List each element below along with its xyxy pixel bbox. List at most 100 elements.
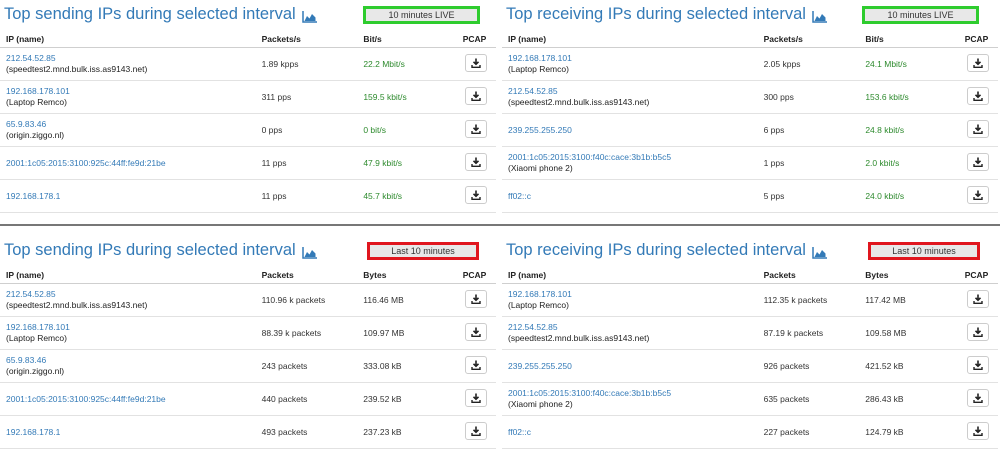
panel-title-text: Top receiving IPs during selected interv… (506, 241, 806, 259)
table-row: 65.9.83.46 (origin.ziggo.nl) 0 pps 0 bit/s (0, 113, 496, 147)
pcap-download-button[interactable] (465, 422, 487, 440)
interval-badge[interactable]: Last 10 minutes (868, 242, 980, 260)
pcap-download-button[interactable] (465, 389, 487, 407)
pcap-download-button[interactable] (967, 87, 989, 105)
ip-link[interactable]: 2001:1c05:2015:3100:f40c:cace:3b1b:b5c5 (508, 388, 758, 399)
column-header: PCAP (459, 30, 496, 48)
pcap-cell (459, 113, 496, 147)
column-header: Packets/s (255, 30, 358, 48)
ip-cell: 192.168.178.101 (Laptop Remco) (502, 47, 758, 81)
area-chart-icon[interactable] (301, 9, 317, 23)
area-chart-icon[interactable] (812, 9, 827, 23)
pcap-download-button[interactable] (967, 356, 989, 374)
table-row: 239.255.255.250 6 pps 24.8 kbit/s (502, 113, 998, 147)
panel-header: Top sending IPs during selected interval… (0, 236, 496, 266)
ip-cell: 212.54.52.85 (speedtest2.mnd.bulk.iss.as9… (0, 283, 256, 317)
pcap-download-button[interactable] (967, 389, 989, 407)
ip-cell: ff02::c (502, 179, 758, 213)
panel-title-text: Top sending IPs during selected interval (4, 5, 296, 23)
table-row: 192.168.178.1 11 pps 45.7 kbit/s (0, 179, 496, 213)
area-chart-icon[interactable] (301, 245, 317, 259)
table-row: 192.168.178.101 (Laptop Remco) 2.05 kpps 24… (502, 47, 998, 81)
packets-cell: 6 pps (757, 113, 860, 147)
packets-cell: 88.39 k packets (255, 316, 358, 350)
pcap-download-button[interactable] (967, 153, 989, 171)
ip-link[interactable]: 65.9.83.46 (6, 355, 256, 366)
pcap-download-button[interactable] (465, 54, 487, 72)
host-name: (speedtest2.mnd.bulk.iss.as9143.net) (6, 64, 148, 74)
packets-cell: 440 packets (255, 382, 358, 416)
table-row: ff02::c 227 packets 124.79 kB (502, 415, 998, 449)
ip-link[interactable]: 239.255.255.250 (508, 361, 758, 372)
pcap-download-button[interactable] (465, 186, 487, 204)
column-header: Packets (757, 266, 860, 284)
panel-title-text: Top receiving IPs during selected interv… (506, 5, 806, 23)
pcap-download-button[interactable] (465, 323, 487, 341)
ip-link[interactable]: 192.168.178.1 (6, 427, 256, 438)
ip-link[interactable]: 192.168.178.101 (6, 322, 256, 333)
ip-link[interactable]: ff02::c (508, 427, 758, 438)
ip-link[interactable]: 192.168.178.1 (6, 191, 256, 202)
area-chart-icon[interactable] (812, 245, 827, 259)
rate-cell: 47.9 kbit/s (357, 146, 459, 180)
ip-link[interactable]: 2001:1c05:2015:3100:f40c:cace:3b1b:b5c5 (508, 152, 758, 163)
pcap-download-button[interactable] (967, 323, 989, 341)
ip-cell: 192.168.178.1 (0, 179, 256, 213)
rate-cell: 239.52 kB (357, 382, 459, 416)
packets-cell: 2.05 kpps (757, 47, 860, 81)
ip-cell: 65.9.83.46 (origin.ziggo.nl) (0, 349, 256, 383)
table-row: 65.9.83.46 (origin.ziggo.nl) 243 packets 33… (0, 349, 496, 383)
table-head: IP (name) Packets Bytes PCAP (502, 266, 998, 284)
column-header: IP (name) (502, 30, 758, 48)
ip-cell: 212.54.52.85 (speedtest2.mnd.bulk.iss.as9… (0, 47, 256, 81)
rate-cell: 0 bit/s (357, 113, 459, 147)
ip-link[interactable]: 192.168.178.101 (508, 289, 758, 300)
pcap-download-button[interactable] (967, 120, 989, 138)
pcap-download-button[interactable] (967, 290, 989, 308)
rate-cell: 2.0 kbit/s (859, 146, 961, 180)
host-name: (Laptop Remco) (6, 97, 67, 107)
table-body: 192.168.178.101 (Laptop Remco) 112.35 k pa… (502, 283, 998, 449)
pcap-download-button[interactable] (465, 120, 487, 138)
interval-badge[interactable]: 10 minutes LIVE (862, 6, 979, 24)
packets-cell: 926 packets (757, 349, 860, 383)
interval-badge[interactable]: 10 minutes LIVE (363, 6, 480, 24)
ip-link[interactable]: 239.255.255.250 (508, 125, 758, 136)
column-header: Bit/s (357, 30, 459, 48)
host-name: (Laptop Remco) (6, 333, 67, 343)
pcap-cell (961, 179, 998, 213)
table-row: ff02::c 5 pps 24.0 kbit/s (502, 179, 998, 213)
pcap-download-button[interactable] (465, 87, 487, 105)
ip-link[interactable]: 2001:1c05:2015:3100:925c:44ff:fe9d:21be (6, 394, 256, 405)
interval-badge[interactable]: Last 10 minutes (367, 242, 479, 260)
panel-header: Top receiving IPs during selected interv… (502, 236, 998, 266)
ip-link[interactable]: 212.54.52.85 (508, 322, 758, 333)
rate-cell: 333.08 kB (357, 349, 459, 383)
pcap-download-button[interactable] (967, 54, 989, 72)
ip-link[interactable]: 212.54.52.85 (508, 86, 758, 97)
packets-cell: 635 packets (757, 382, 860, 416)
ip-link[interactable]: 212.54.52.85 (6, 289, 256, 300)
packets-cell: 87.19 k packets (757, 316, 860, 350)
ip-link[interactable]: ff02::c (508, 191, 758, 202)
packets-cell: 1.89 kpps (255, 47, 358, 81)
panel-header: Top receiving IPs during selected interv… (502, 0, 998, 30)
table-row: 2001:1c05:2015:3100:925c:44ff:fe9d:21be 4… (0, 382, 496, 416)
ip-cell: 239.255.255.250 (502, 113, 758, 147)
ip-link[interactable]: 192.168.178.101 (6, 86, 256, 97)
pcap-download-button[interactable] (465, 356, 487, 374)
rate-cell: 286.43 kB (859, 382, 961, 416)
ip-table: IP (name) Packets Bytes PCAP 192.168.178.101… (502, 266, 998, 449)
pcap-download-button[interactable] (465, 290, 487, 308)
header-row: IP (name) Packets/s Bit/s PCAP (502, 30, 998, 48)
ip-link[interactable]: 65.9.83.46 (6, 119, 256, 130)
packets-cell: 5 pps (757, 179, 860, 213)
ip-link[interactable]: 192.168.178.101 (508, 53, 758, 64)
section-divider (0, 224, 1000, 226)
pcap-download-button[interactable] (967, 186, 989, 204)
pcap-download-button[interactable] (465, 153, 487, 171)
packets-cell: 1 pps (757, 146, 860, 180)
ip-link[interactable]: 2001:1c05:2015:3100:925c:44ff:fe9d:21be (6, 158, 256, 169)
pcap-download-button[interactable] (967, 422, 989, 440)
ip-link[interactable]: 212.54.52.85 (6, 53, 256, 64)
